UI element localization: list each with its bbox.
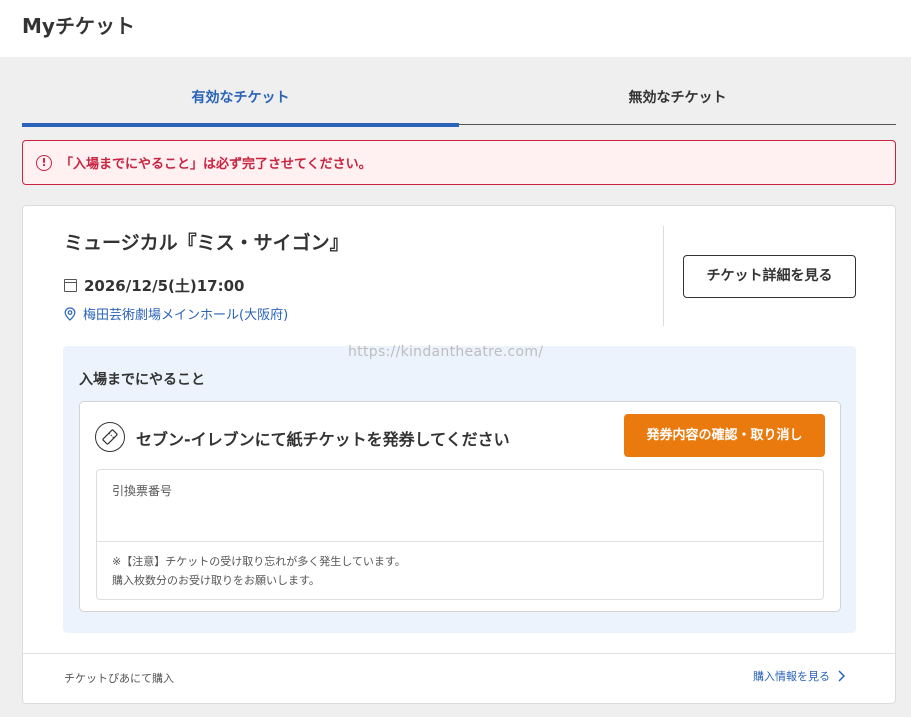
event-venue-text: 梅田芸術劇場メインホール(大阪府)	[83, 308, 289, 323]
todo-heading: 入場までにやること	[79, 372, 205, 388]
chevron-right-icon	[838, 670, 845, 682]
event-title: ミュージカル『ミス・サイゴン』	[64, 232, 349, 254]
purchase-info-link[interactable]: 購入情報を見る	[753, 668, 845, 684]
purchase-source: チケットぴあにて購入	[64, 672, 174, 685]
tab-invalid-tickets[interactable]: 無効なチケット	[459, 71, 896, 125]
tab-valid-tickets[interactable]: 有効なチケット	[22, 71, 459, 127]
calendar-icon	[64, 279, 77, 292]
alert-banner: ! 「入場までにやること」は必ず完了させてください。	[22, 140, 896, 185]
confirm-cancel-issue-button[interactable]: 発券内容の確認・取り消し	[624, 414, 825, 457]
page-header: Myチケット	[0, 0, 911, 57]
event-venue-link[interactable]: 梅田芸術劇場メインホール(大阪府)	[64, 304, 288, 323]
exclamation-circle-icon: !	[36, 154, 52, 171]
event-date: 2026/12/5(土)17:00	[64, 275, 244, 296]
page-title: Myチケット	[22, 14, 135, 38]
event-date-text: 2026/12/5(土)17:00	[84, 277, 245, 295]
claim-number-box: 引換票番号 ※【注意】チケットの受け取り忘れが多く発生しています。 購入枚数分の…	[96, 469, 824, 600]
claim-number-label: 引換票番号	[112, 484, 173, 498]
ticket-card: ミュージカル『ミス・サイゴン』 2026/12/5(土)17:00 梅田芸術劇場…	[22, 205, 896, 704]
alert-text: 「入場までにやること」は必ず完了させてください。	[60, 157, 372, 172]
footer-divider	[23, 653, 895, 654]
pickup-note-line-1: ※【注意】チケットの受け取り忘れが多く発生しています。	[112, 555, 406, 568]
pickup-note: ※【注意】チケットの受け取り忘れが多く発生しています。 購入枚数分のお受け取りを…	[112, 552, 406, 590]
ticket-detail-button[interactable]: チケット詳細を見る	[683, 255, 856, 298]
todo-section: 入場までにやること セブン-イレブンにて紙チケットを発券してください 発券内容の…	[63, 346, 856, 633]
task-label: セブン-イレブンにて紙チケットを発券してください	[136, 430, 510, 449]
vertical-divider	[663, 226, 664, 326]
purchase-info-label: 購入情報を見る	[753, 670, 830, 683]
location-pin-icon	[64, 306, 76, 321]
watermark: https://kindantheatre.com/	[348, 344, 544, 360]
ticket-icon	[95, 422, 125, 452]
divider	[97, 541, 823, 542]
todo-task-box: セブン-イレブンにて紙チケットを発券してください 発券内容の確認・取り消し 引換…	[79, 401, 841, 612]
ticket-tabs: 有効なチケット 無効なチケット	[22, 71, 896, 127]
pickup-note-line-2: 購入枚数分のお受け取りをお願いします。	[112, 574, 320, 587]
